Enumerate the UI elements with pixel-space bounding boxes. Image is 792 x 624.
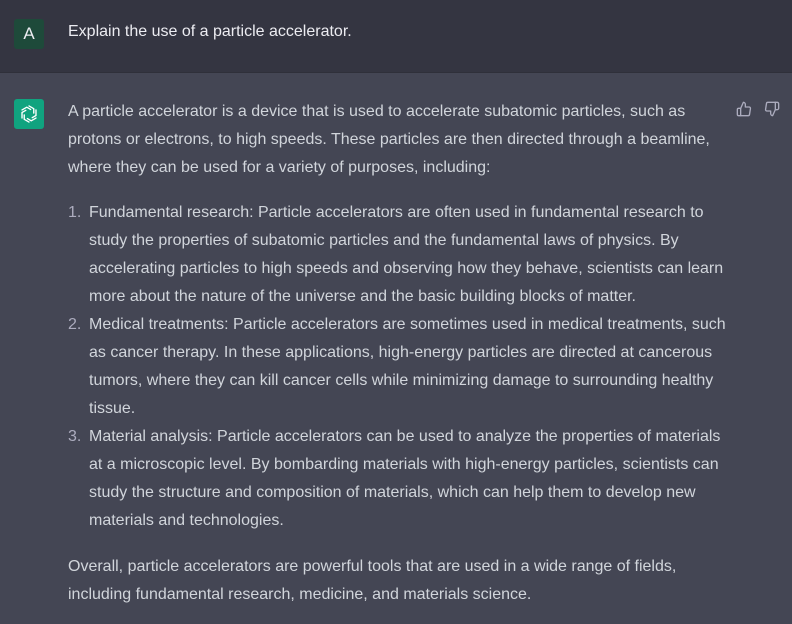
list-item-number: 3.	[68, 428, 82, 445]
assistant-message-row: A particle accelerator is a device that …	[0, 73, 792, 624]
list-item-text: Medical treatments: Particle accelerator…	[89, 316, 726, 417]
response-list: 1. Fundamental research: Particle accele…	[68, 199, 728, 535]
thumbs-down-icon	[764, 101, 780, 117]
thumbs-down-button[interactable]	[764, 101, 780, 117]
openai-logo-icon	[21, 105, 37, 123]
response-intro: A particle accelerator is a device that …	[68, 103, 710, 176]
feedback-buttons	[736, 101, 780, 117]
assistant-avatar	[14, 99, 44, 129]
user-message-row: A Explain the use of a particle accelera…	[0, 0, 792, 73]
list-item-number: 1.	[68, 204, 82, 221]
thumbs-up-icon	[736, 101, 752, 117]
assistant-response: A particle accelerator is a device that …	[68, 98, 728, 609]
thumbs-up-button[interactable]	[736, 101, 752, 117]
list-item: 2. Medical treatments: Particle accelera…	[68, 311, 728, 423]
list-item: 1. Fundamental research: Particle accele…	[68, 199, 728, 311]
response-conclusion: Overall, particle accelerators are power…	[68, 558, 677, 603]
list-item-number: 2.	[68, 316, 82, 333]
list-item: 3. Material analysis: Particle accelerat…	[68, 423, 728, 535]
list-item-text: Fundamental research: Particle accelerat…	[89, 204, 724, 305]
list-item-text: Material analysis: Particle accelerators…	[89, 428, 721, 529]
user-prompt-text: Explain the use of a particle accelerato…	[68, 23, 352, 40]
user-avatar: A	[14, 19, 44, 49]
